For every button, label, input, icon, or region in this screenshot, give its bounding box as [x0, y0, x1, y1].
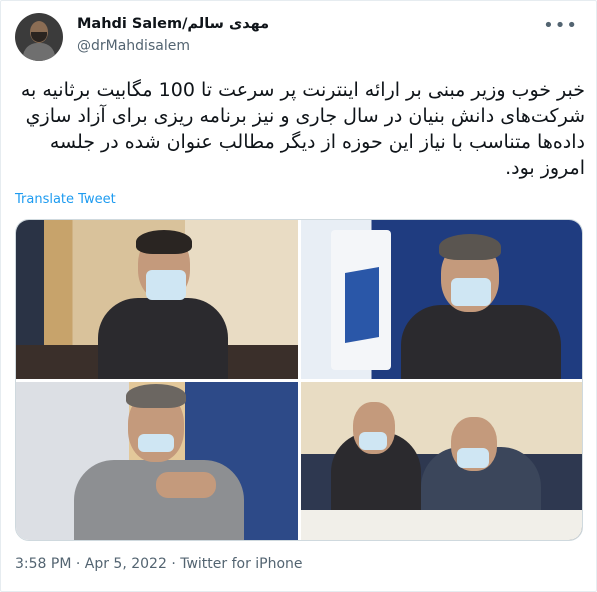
tweet-card: Mahdi Salem/مهدی سالم @drMahdisalem ••• …: [0, 0, 597, 592]
face-mask-shape: [457, 448, 489, 468]
tweet-timestamp[interactable]: 3:58 PM · Apr 5, 2022 · Twitter for iPho…: [15, 556, 303, 572]
hair-shape: [136, 230, 192, 254]
photo-1[interactable]: [16, 220, 298, 379]
author-handle[interactable]: @drMahdisalem: [77, 38, 190, 54]
photo-2[interactable]: [301, 220, 582, 379]
photo-4[interactable]: [301, 382, 582, 540]
avatar-body-shape: [23, 43, 55, 61]
suit-shape: [98, 298, 228, 379]
table-shape: [301, 510, 582, 540]
translate-tweet-link[interactable]: Translate Tweet: [15, 192, 116, 207]
face-mask-shape: [146, 270, 186, 300]
media-grid: [15, 219, 583, 541]
avatar[interactable]: [15, 13, 63, 61]
face-mask-shape: [451, 278, 491, 306]
tweet-text: خبر خوب وزیر مبنی بر ارائه اینترنت پر سر…: [20, 79, 585, 179]
suit-shape: [74, 460, 244, 540]
author-display-name[interactable]: Mahdi Salem/مهدی سالم: [77, 16, 269, 32]
hands-shape: [156, 472, 216, 498]
photo-3[interactable]: [16, 382, 298, 540]
hair-shape: [126, 384, 186, 408]
flag-logo-shape: [331, 230, 391, 370]
face-mask-shape: [359, 432, 387, 450]
more-options-icon[interactable]: •••: [543, 15, 578, 36]
face-mask-shape: [138, 434, 174, 452]
hair-shape: [439, 234, 501, 260]
suit-shape: [401, 305, 561, 379]
